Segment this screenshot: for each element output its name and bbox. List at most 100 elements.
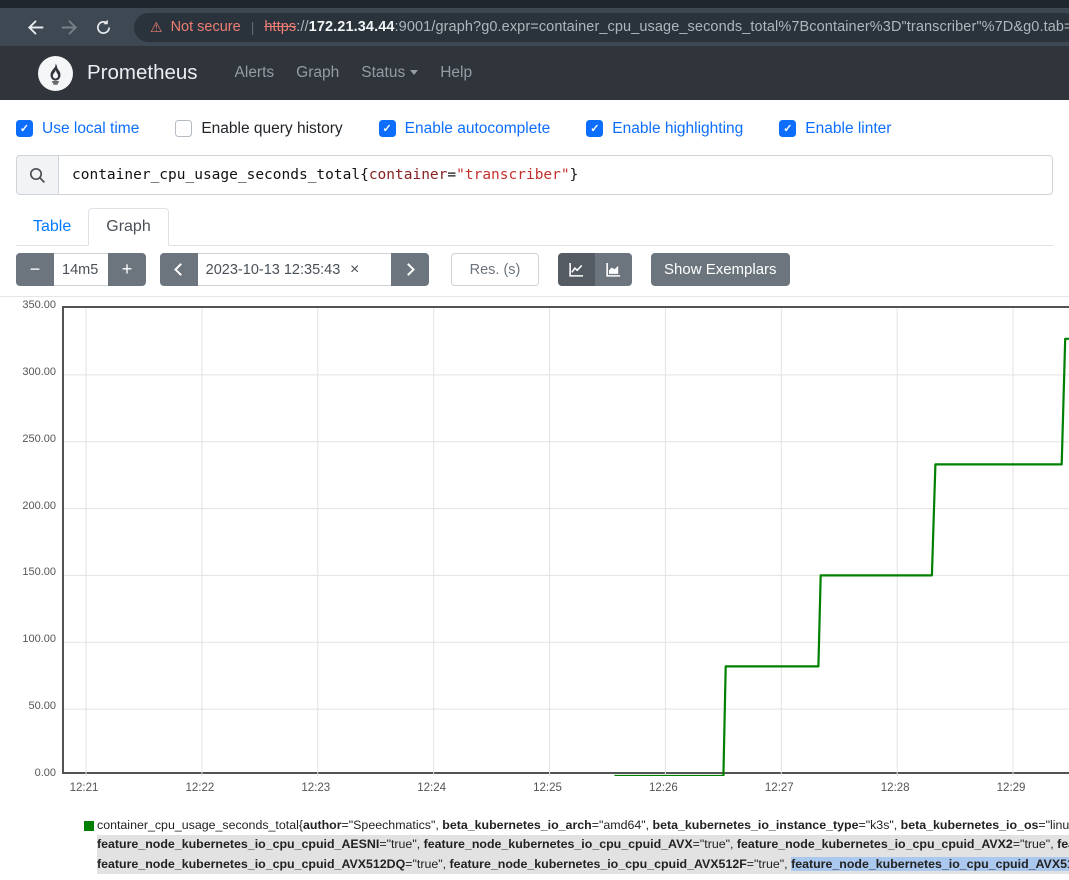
chart-plot-area[interactable] — [62, 306, 1069, 774]
legend-label-segment: ="Speechmatics", — [342, 818, 443, 832]
x-tick-label: 12:29 — [986, 782, 1036, 794]
promql-expression-input[interactable]: container_cpu_usage_seconds_total{contai… — [58, 155, 1053, 195]
not-secure-label: Not secure — [171, 19, 241, 35]
legend-label-segment: feature_node_kubernetes_io_cpu_cpuid_AVX… — [450, 857, 747, 871]
range-decrease-button[interactable]: − — [16, 253, 54, 286]
url-path: :9001/graph?g0.expr=container_cpu_usage_… — [395, 19, 1069, 35]
line-chart-button[interactable] — [558, 253, 595, 286]
chevron-left-icon — [174, 263, 187, 276]
cpu-usage-series-line — [614, 339, 1069, 776]
address-bar-separator: | — [251, 19, 255, 35]
nav-item-help[interactable]: Help — [429, 64, 483, 82]
tab-table[interactable]: Table — [16, 209, 88, 245]
cpu-usage-chart[interactable] — [64, 308, 1069, 776]
stacked-chart-icon — [606, 262, 621, 277]
option-label: Enable highlighting — [612, 120, 743, 138]
y-tick-label: 100.00 — [0, 633, 56, 645]
url-host: 172.21.34.44 — [309, 19, 395, 35]
legend-label-segment: beta_kubernetes_io_arch — [442, 818, 591, 832]
prometheus-navbar: Prometheus Alerts Graph Status Help — [0, 46, 1069, 100]
chart-type-toggle — [558, 253, 632, 286]
clear-time-icon[interactable]: × — [348, 261, 369, 279]
y-tick-label: 250.00 — [0, 433, 56, 445]
browser-toolbar: ⚠ Not secure | https://172.21.34.44:9001… — [0, 8, 1069, 46]
legend-label-segment: ="true", — [1013, 837, 1057, 851]
show-exemplars-button[interactable]: Show Exemplars — [651, 253, 790, 286]
url-scheme: https — [264, 19, 296, 35]
time-back-button[interactable] — [160, 253, 198, 286]
legend-label-segment: ="true", — [379, 837, 423, 851]
address-bar[interactable]: ⚠ Not secure | https://172.21.34.44:9001… — [134, 13, 1069, 42]
url-scheme-separator: :// — [296, 19, 308, 35]
graph-panel: 0.0050.00100.00150.00200.00250.00300.003… — [0, 297, 1069, 802]
x-tick-label: 12:23 — [291, 782, 341, 794]
tab-graph[interactable]: Graph — [88, 208, 168, 246]
promql-close-brace: } — [570, 167, 579, 183]
back-icon[interactable] — [18, 12, 52, 42]
prometheus-logo-icon — [38, 56, 73, 91]
legend-label-segment: beta_kubernetes_io_instance_type — [653, 818, 859, 832]
x-tick-label: 12:21 — [59, 782, 109, 794]
range-input[interactable] — [54, 253, 108, 286]
option-label: Use local time — [42, 120, 139, 138]
search-icon — [16, 155, 58, 195]
checkbox-checked-icon[interactable]: ✓ — [16, 120, 33, 137]
legend-label-segment: feature_node_kubernetes_io_cpu_cpuid_AVX… — [97, 857, 405, 871]
y-tick-label: 200.00 — [0, 500, 56, 512]
x-tick-label: 12:22 — [175, 782, 225, 794]
stacked-chart-button[interactable] — [595, 253, 632, 286]
checkbox-unchecked-icon[interactable] — [175, 120, 192, 137]
datetime-input[interactable] — [198, 254, 348, 285]
legend-label-segment: feature_node_kubernetes_io_cpu_cpuid_AVX… — [737, 837, 1013, 851]
graph-controls: − + × Show Exemplars — [16, 253, 1053, 286]
legend-label-segment: feature_node_kubernetes_io_cpu_cpuid_AVX… — [791, 857, 1069, 871]
result-tabs: Table Graph — [16, 205, 1053, 246]
range-stepper: − + — [16, 253, 146, 286]
checkbox-checked-icon[interactable]: ✓ — [379, 120, 396, 137]
legend-label-segment: ="k3s", — [858, 818, 900, 832]
promql-metric: container_cpu_usage_seconds_total{ — [72, 167, 369, 183]
option-enable-autocomplete[interactable]: ✓ Enable autocomplete — [379, 120, 551, 138]
x-tick-label: 12:24 — [407, 782, 457, 794]
legend-label-segment: feature — [1057, 837, 1069, 851]
chevron-right-icon — [402, 263, 415, 276]
legend-label-segment: feature_node_kubernetes_io_cpu_cpuid_AES… — [97, 837, 379, 851]
option-enable-highlighting[interactable]: ✓ Enable highlighting — [586, 120, 743, 138]
promql-label-value: "transcriber" — [456, 167, 570, 183]
resolution-input[interactable] — [451, 253, 539, 286]
series-swatch-icon — [84, 821, 94, 831]
option-enable-query-history[interactable]: Enable query history — [175, 120, 342, 138]
y-tick-label: 350.00 — [0, 299, 56, 311]
y-tick-label: 50.00 — [0, 700, 56, 712]
option-label: Enable linter — [805, 120, 891, 138]
nav-item-graph[interactable]: Graph — [285, 64, 350, 82]
prometheus-brand[interactable]: Prometheus — [16, 56, 224, 91]
nav-item-status[interactable]: Status — [350, 64, 429, 82]
checkbox-checked-icon[interactable]: ✓ — [779, 120, 796, 137]
x-tick-label: 12:25 — [523, 782, 573, 794]
x-tick-label: 12:26 — [638, 782, 688, 794]
time-forward-button[interactable] — [391, 253, 429, 286]
legend-label-segment: feature_node_kubernetes_io_cpu_cpuid_AVX — [424, 837, 693, 851]
option-label: Enable query history — [201, 120, 342, 138]
legend-label-segment: beta_kubernetes_io_os — [901, 818, 1039, 832]
query-options-row: ✓ Use local time Enable query history ✓ … — [16, 118, 1069, 139]
query-bar: container_cpu_usage_seconds_total{contai… — [16, 155, 1053, 195]
legend-label-segment: ="amd64", — [592, 818, 653, 832]
time-picker: × — [160, 253, 429, 286]
url-text[interactable]: https://172.21.34.44:9001/graph?g0.expr=… — [264, 19, 1069, 35]
option-use-local-time[interactable]: ✓ Use local time — [16, 120, 139, 138]
reload-icon[interactable] — [86, 12, 120, 42]
option-label: Enable autocomplete — [405, 120, 551, 138]
legend-item[interactable]: container_cpu_usage_seconds_total{author… — [97, 816, 1069, 874]
y-tick-label: 0.00 — [0, 767, 56, 779]
nav-item-alerts[interactable]: Alerts — [224, 64, 286, 82]
legend-line: feature_node_kubernetes_io_cpu_cpuid_AVX… — [97, 855, 1069, 874]
option-enable-linter[interactable]: ✓ Enable linter — [779, 120, 891, 138]
forward-icon[interactable] — [52, 12, 86, 42]
warning-triangle-icon: ⚠ — [150, 19, 163, 36]
checkbox-checked-icon[interactable]: ✓ — [586, 120, 603, 137]
legend-label-segment: ="true", — [693, 837, 737, 851]
range-increase-button[interactable]: + — [108, 253, 146, 286]
datetime-field: × — [198, 253, 391, 286]
